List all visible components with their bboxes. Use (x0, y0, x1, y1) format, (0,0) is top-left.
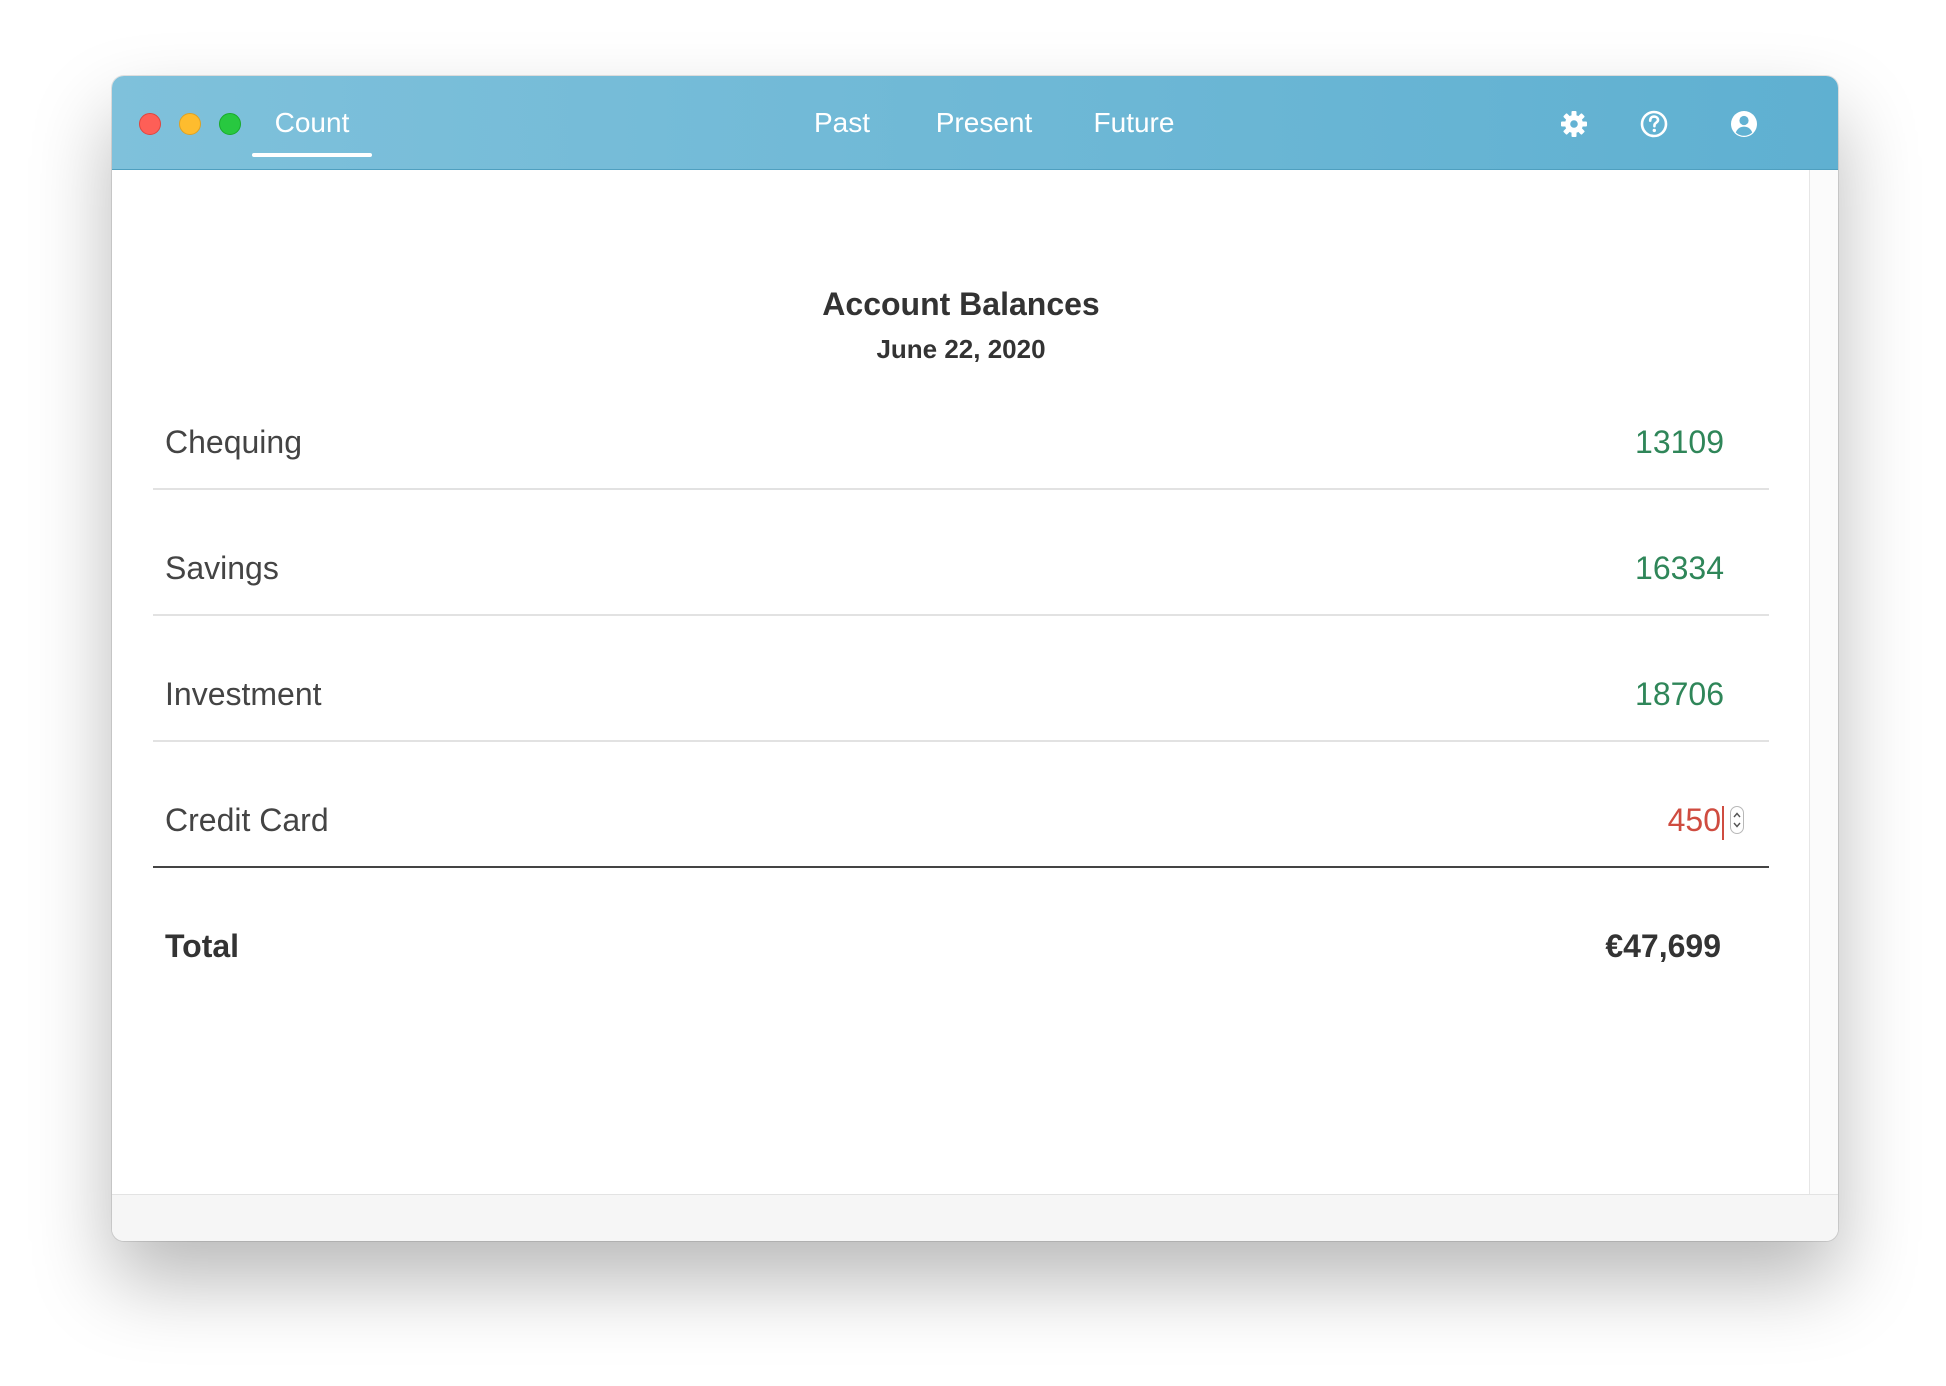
main-content: Account Balances June 22, 2020 Chequing … (112, 170, 1810, 1194)
tab-present[interactable]: Present (904, 101, 1064, 145)
account-balance-input-focused[interactable]: 450 (1668, 802, 1724, 840)
maximize-window-button[interactable] (219, 113, 241, 135)
account-label: Savings (165, 550, 279, 586)
help-circle-icon[interactable] (1638, 108, 1670, 140)
account-label: Chequing (165, 424, 302, 460)
gear-icon[interactable] (1558, 108, 1590, 140)
account-row-credit-card: Credit Card 450 (153, 782, 1769, 868)
account-balance-value: 450 (1667, 802, 1721, 838)
account-label: Credit Card (165, 802, 329, 838)
text-caret (1722, 805, 1724, 840)
tab-past[interactable]: Past (782, 101, 902, 145)
tab-count[interactable]: Count (252, 101, 372, 157)
account-balance-input[interactable]: 13109 (1635, 424, 1724, 461)
user-circle-icon[interactable] (1728, 108, 1760, 140)
total-row: Total €47,699 (153, 924, 1769, 984)
account-row-investment: Investment 18706 (153, 656, 1769, 742)
number-stepper-icon[interactable] (1730, 806, 1744, 834)
account-row-chequing: Chequing 13109 (153, 404, 1769, 490)
title-bar: Count Past Present Future (112, 76, 1838, 170)
account-row-savings: Savings 16334 (153, 530, 1769, 616)
minimize-window-button[interactable] (179, 113, 201, 135)
app-window: Count Past Present Future Account Balanc… (112, 76, 1838, 1241)
account-balance-input[interactable]: 18706 (1635, 676, 1724, 713)
total-label: Total (165, 928, 240, 964)
total-value: €47,699 (1605, 928, 1721, 964)
bottom-status-bar (112, 1194, 1838, 1241)
desktop-background: Count Past Present Future Account Balanc… (0, 0, 1946, 1386)
tab-future[interactable]: Future (1064, 101, 1204, 145)
page-title: Account Balances (822, 286, 1100, 322)
close-window-button[interactable] (139, 113, 161, 135)
account-label: Investment (165, 676, 322, 712)
account-balance-input[interactable]: 16334 (1635, 550, 1724, 587)
page-date: June 22, 2020 (876, 334, 1046, 364)
vertical-scrollbar[interactable] (1809, 170, 1838, 1194)
